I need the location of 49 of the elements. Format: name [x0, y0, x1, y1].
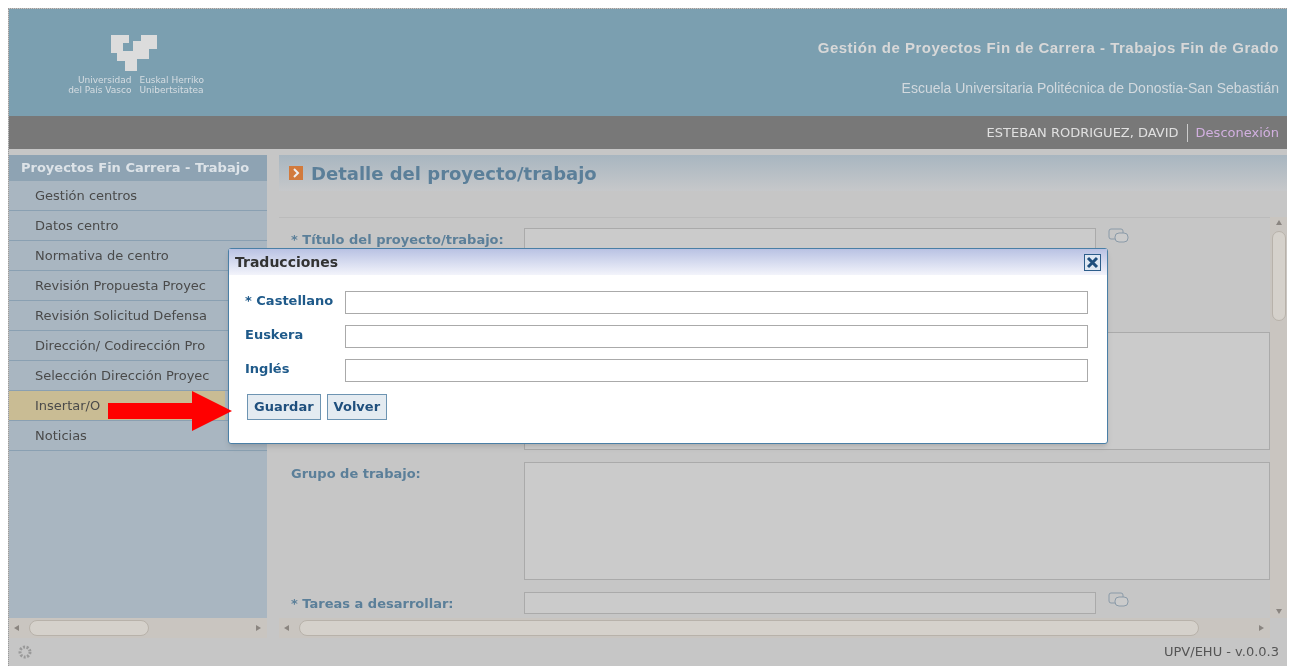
sidebar-item[interactable]: Revisión Propuesta Proyec: [9, 271, 225, 300]
scroll-up-icon[interactable]: [1274, 219, 1283, 227]
app-title: Gestión de Proyectos Fin de Carrera - Trabajos Fin de Grado: [817, 38, 1279, 58]
dialog-button[interactable]: Volver: [326, 394, 388, 420]
scroll-thumb[interactable]: [299, 620, 1199, 636]
field-label: Inglés: [245, 360, 291, 378]
field-label: Euskera: [245, 326, 305, 344]
scroll-left-icon[interactable]: [13, 624, 21, 632]
user-name: ESTEBAN RODRIGUEZ, DAVID: [986, 123, 1179, 142]
logout-link[interactable]: Desconexión: [1195, 122, 1279, 143]
logo-text: Euskal Herriko: [139, 75, 204, 85]
field-label: Grupo de trabajo:: [291, 465, 422, 483]
field-label: * Título del proyecto/trabajo:: [291, 231, 505, 249]
scroll-right-icon[interactable]: [255, 624, 263, 632]
comment-icon[interactable]: [1108, 592, 1130, 610]
scroll-right-icon[interactable]: [1258, 624, 1266, 632]
horizontal-scrollbar[interactable]: [9, 618, 267, 638]
field-label: * Tareas a desarrollar:: [291, 595, 455, 613]
sidebar-item[interactable]: Revisión Solicitud Defensa: [9, 301, 225, 330]
chevron-icon: [289, 166, 303, 180]
text-field[interactable]: [524, 592, 1096, 614]
text-field[interactable]: [345, 325, 1088, 348]
logo-text: Unibertsitatea: [139, 85, 204, 95]
close-icon[interactable]: [1084, 253, 1101, 271]
version-text: UPV/EHU - v.0.0.3: [1164, 643, 1279, 662]
section-title: Detalle del proyecto/trabajo: [311, 161, 597, 186]
sidebar-title: Proyectos Fin Carrera - Trabajo: [9, 155, 267, 181]
sidebar-item[interactable]: Datos centro: [9, 211, 225, 240]
field-label: * Castellano: [245, 292, 335, 310]
sidebar-item[interactable]: Dirección/ Codirección Pro: [9, 331, 225, 360]
horizontal-scrollbar[interactable]: [279, 618, 1270, 638]
text-field[interactable]: [345, 359, 1088, 382]
text-field[interactable]: [524, 228, 1096, 250]
vertical-scrollbar[interactable]: [1270, 217, 1287, 618]
scroll-thumb[interactable]: [1271, 231, 1286, 321]
sidebar-item[interactable]: Gestión centros: [9, 181, 225, 210]
scroll-left-icon[interactable]: [283, 624, 291, 632]
dialog-title: Traducciones: [235, 252, 339, 272]
text-field[interactable]: [345, 291, 1088, 314]
sidebar-item[interactable]: Noticias: [9, 421, 225, 450]
scroll-down-icon[interactable]: [1274, 608, 1283, 616]
logo-text: Universidad: [76, 75, 132, 85]
school-name: Escuela Universitaria Politécnica de Donostia-San Sebastián: [901, 78, 1279, 98]
sidebar-item[interactable]: Selección Dirección Proyec: [9, 361, 225, 390]
logo-text: del País Vasco: [67, 85, 132, 95]
dialog-button[interactable]: Guardar: [247, 394, 321, 420]
scroll-thumb[interactable]: [29, 620, 149, 636]
sidebar-item[interactable]: Normativa de centro: [9, 241, 225, 270]
comment-icon[interactable]: [1108, 228, 1130, 246]
